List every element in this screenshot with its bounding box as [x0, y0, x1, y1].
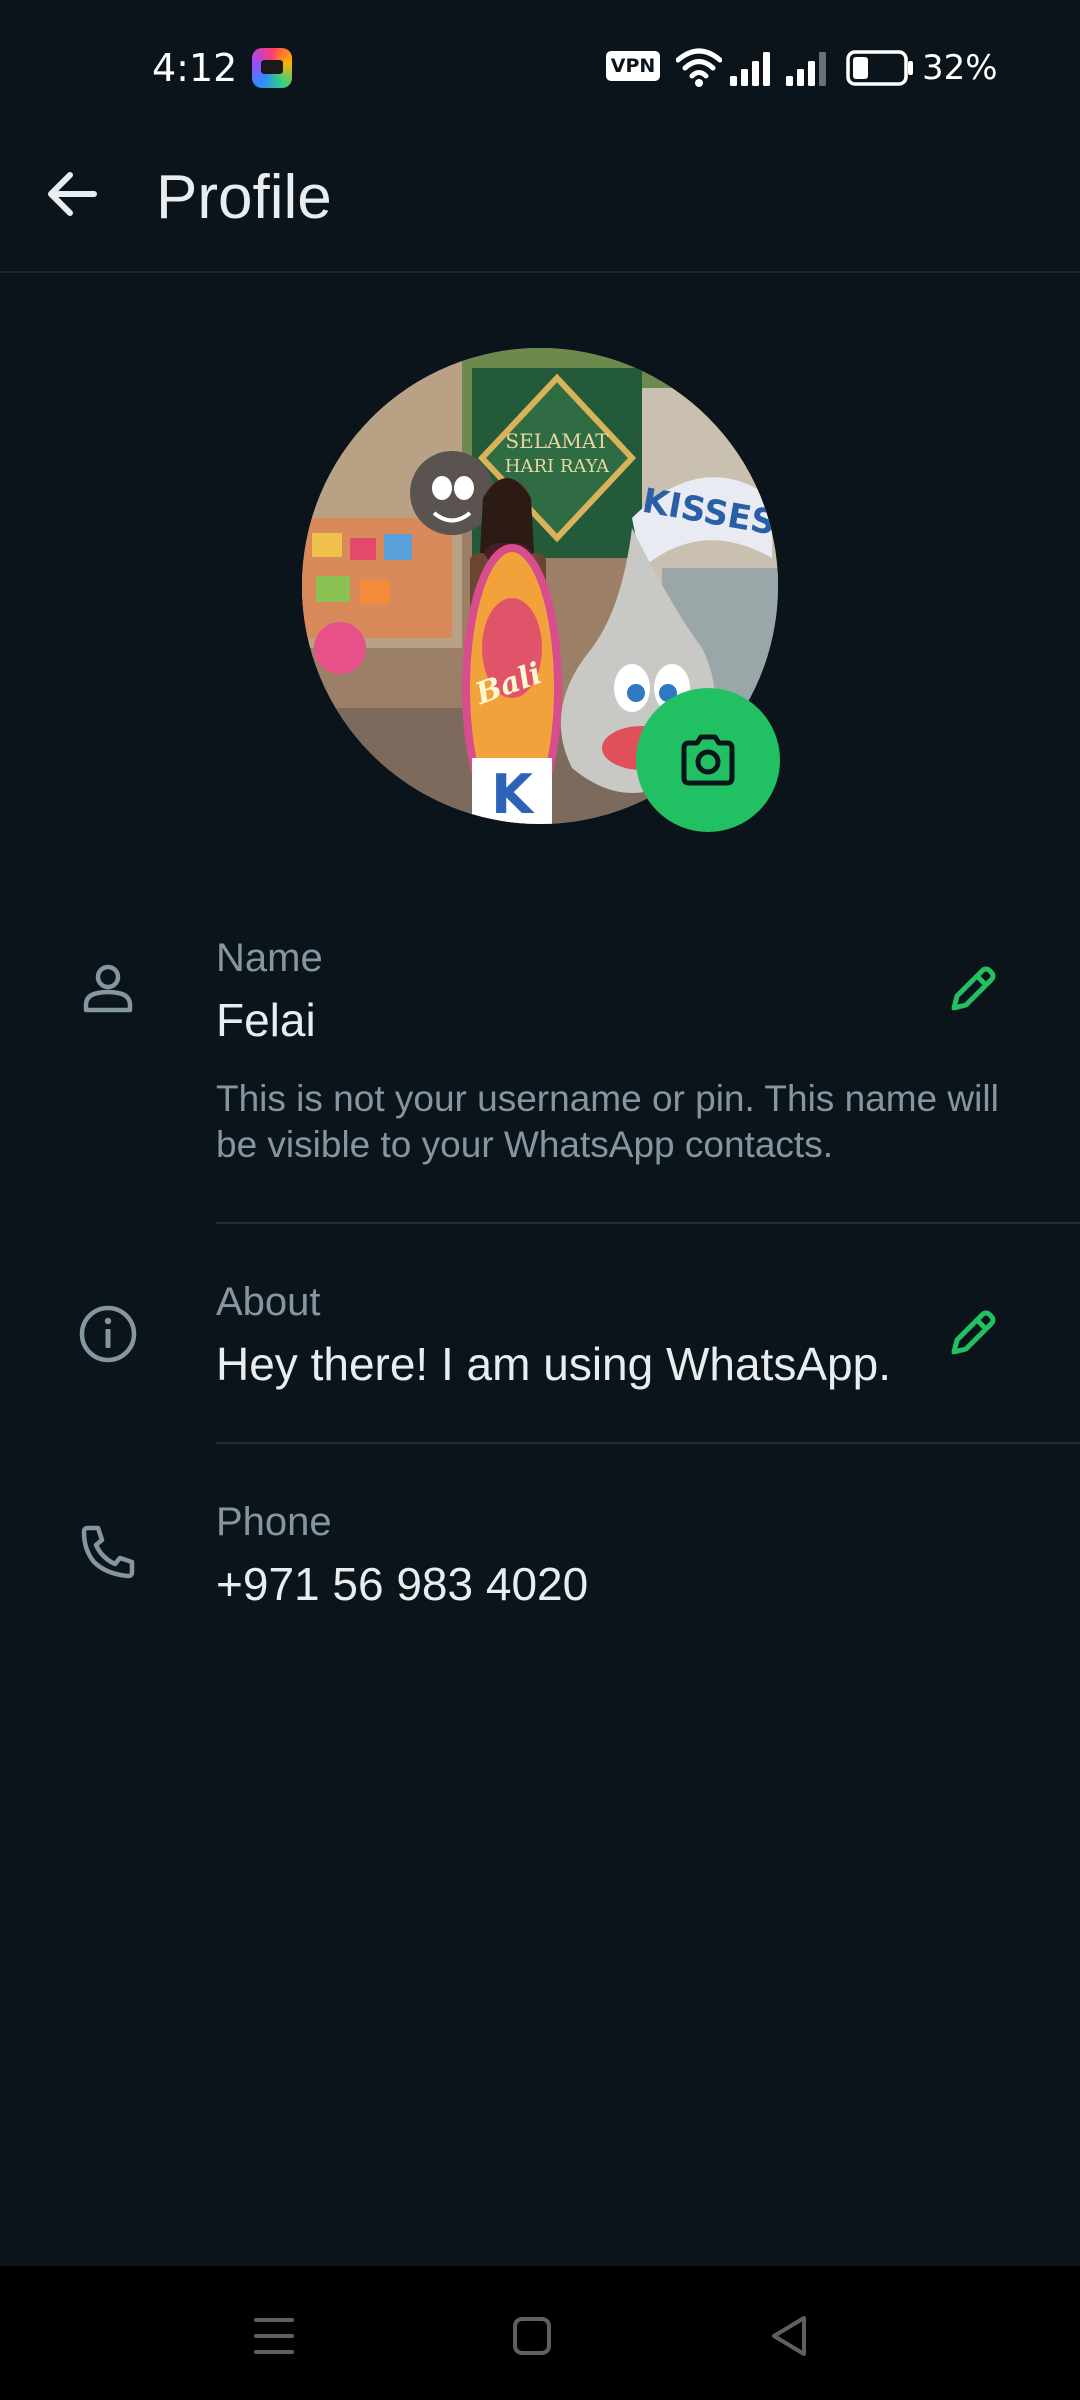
about-value: Hey there! I am using WhatsApp. — [216, 1338, 891, 1390]
change-photo-button[interactable] — [636, 688, 780, 832]
arrow-left-icon[interactable] — [36, 158, 108, 230]
battery-icon — [846, 50, 913, 86]
about-label: About — [216, 1280, 321, 1324]
name-label: Name — [216, 936, 323, 980]
pencil-icon[interactable] — [940, 958, 1004, 1022]
signal-icon — [730, 52, 770, 86]
wifi-icon — [676, 48, 722, 87]
phone-value: +971 56 983 4020 — [216, 1558, 589, 1610]
page-title: Profile — [156, 163, 332, 232]
info-icon — [79, 1305, 137, 1363]
camera-icon — [681, 734, 735, 786]
vpn-icon: VPN — [606, 51, 660, 81]
phone-icon — [81, 1525, 135, 1579]
menu-icon[interactable] — [234, 2296, 314, 2376]
app-notification-icon — [252, 48, 292, 88]
system-nav-bar — [0, 2266, 1080, 2400]
name-value: Felai — [216, 994, 316, 1046]
status-time: 4:12 — [152, 46, 238, 90]
battery-percent: 32% — [922, 48, 998, 88]
svg-text:K: K — [491, 763, 535, 824]
status-bar: 4:12 VPN 32% — [0, 0, 1080, 136]
pencil-icon[interactable] — [940, 1302, 1004, 1366]
phone-label: Phone — [216, 1500, 332, 1544]
home-icon[interactable] — [492, 2296, 572, 2376]
app-bar: Profile — [0, 136, 1080, 273]
person-icon — [83, 964, 133, 1013]
divider — [216, 1442, 1080, 1444]
signal-icon — [786, 52, 826, 86]
back-triangle-icon[interactable] — [750, 2296, 830, 2376]
svg-text:SELAMAT: SELAMAT — [505, 429, 609, 453]
name-hint: This is not your username or pin. This n… — [216, 1078, 999, 1165]
divider — [216, 1222, 1080, 1224]
svg-text:HARI RAYA: HARI RAYA — [505, 456, 610, 477]
